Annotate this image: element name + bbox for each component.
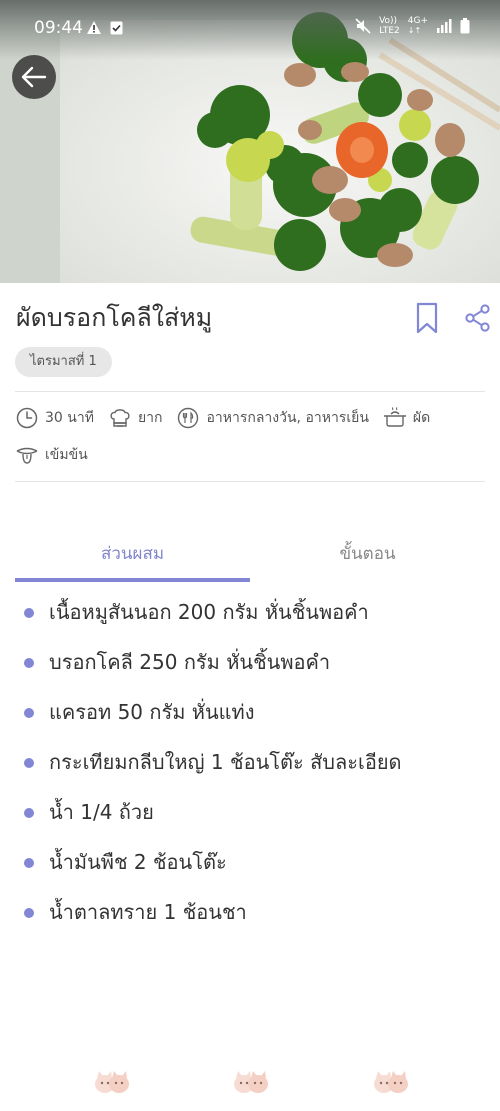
cat-face-icon <box>95 1071 129 1093</box>
bookmark-icon <box>416 302 438 334</box>
divider <box>15 391 485 392</box>
cat-face-decoration <box>233 1070 269 1098</box>
divider <box>15 481 485 482</box>
recipe-title: ผัดบรอกโคลีใส่หมู <box>16 303 213 332</box>
bullet-dot <box>24 808 34 818</box>
cat-face-icon <box>374 1071 408 1093</box>
status-time: 09:44 <box>34 18 83 38</box>
bullet-dot <box>24 758 34 768</box>
ingredient-text: บรอกโคลี 250 กรัม หั่นชิ้นพอคำ <box>49 650 331 674</box>
bookmark-button[interactable] <box>414 302 440 338</box>
tab-steps[interactable]: ขั้นตอน <box>250 530 485 578</box>
share-icon <box>465 304 490 332</box>
chef-hat-icon <box>110 409 130 427</box>
ingredient-text: เนื้อหมูสันนอก 200 กรัม หั่นชิ้นพอคำ <box>49 600 369 624</box>
bullet-dot <box>24 708 34 718</box>
warning-icon <box>87 21 101 34</box>
ingredient-text: น้ำมันพืช 2 ช้อนโต๊ะ <box>49 850 227 874</box>
ingredient-text: กระเทียมกลีบใหญ่ 1 ช้อนโต๊ะ สับละเอียด <box>49 750 402 774</box>
bullet-dot <box>24 658 34 668</box>
ingredient-item: น้ำ 1/4 ถ้วย <box>24 796 464 829</box>
battery-icon <box>460 18 470 34</box>
cat-face-decoration <box>94 1070 130 1098</box>
network-label-bottom: LTE2 <box>379 26 400 36</box>
difficulty: ยาก <box>137 410 163 426</box>
ingredient-item: น้ำมันพืช 2 ช้อนโต๊ะ <box>24 846 464 879</box>
ingredient-item: น้ำตาลทราย 1 ช้อนชา <box>24 896 464 929</box>
signal-label: 4G+ <box>407 16 428 26</box>
ingredient-item: บรอกโคลี 250 กรัม หั่นชิ้นพอคำ <box>24 646 464 679</box>
recipe-hero-image: 09:44 Vo)) LTE2 4G+ ↓↑ <box>0 0 500 283</box>
tab-ingredients[interactable]: ส่วนผสม <box>15 530 250 578</box>
bullet-dot <box>24 608 34 618</box>
signal-bars-icon <box>437 19 452 33</box>
cat-face-icon <box>234 1071 268 1093</box>
bullet-dot <box>24 908 34 918</box>
ingredient-item: กระเทียมกลีบใหญ่ 1 ช้อนโต๊ะ สับละเอียด <box>24 746 464 779</box>
tongue-icon <box>16 447 38 464</box>
cooking-method: ผัด <box>412 410 431 426</box>
clipboard-check-icon <box>110 21 123 35</box>
share-button[interactable] <box>464 304 492 336</box>
back-button[interactable] <box>12 55 56 99</box>
ingredient-list: เนื้อหมูสันนอก 200 กรัม หั่นชิ้นพอคำ บรอ… <box>24 596 464 946</box>
recipe-tabs: ส่วนผสม ขั้นตอน <box>15 530 485 582</box>
cook-time: 30 นาที <box>45 410 94 426</box>
ingredient-text: แครอท 50 กรัม หั่นแท่ง <box>49 700 255 724</box>
fork-knife-icon <box>178 407 199 429</box>
clock-icon <box>16 407 38 429</box>
network-label-top: Vo)) <box>379 16 398 26</box>
ingredient-text: น้ำตาลทราย 1 ช้อนชา <box>49 900 247 924</box>
active-tab-indicator <box>15 578 250 582</box>
trimester-tag: ไตรมาสที่ 1 <box>15 347 112 377</box>
bullet-dot <box>24 858 34 868</box>
recipe-meta-row-taste: เข้มข้น <box>15 442 102 468</box>
arrow-left-icon <box>21 66 47 88</box>
taste: เข้มข้น <box>45 447 88 463</box>
meal-type: อาหารกลางวัน, อาหารเย็น <box>206 410 369 426</box>
mute-icon <box>355 18 371 34</box>
status-bar: 09:44 Vo)) LTE2 4G+ ↓↑ <box>0 0 500 56</box>
cat-face-decoration <box>373 1070 409 1098</box>
ingredient-item: เนื้อหมูสันนอก 200 กรัม หั่นชิ้นพอคำ <box>24 596 464 629</box>
ingredient-item: แครอท 50 กรัม หั่นแท่ง <box>24 696 464 729</box>
pot-icon <box>383 407 406 427</box>
recipe-meta-row: 30 นาที ยาก อาหารกลางวัน, อาหารเย็น ผัด <box>15 405 444 431</box>
ingredient-text: น้ำ 1/4 ถ้วย <box>49 800 154 824</box>
